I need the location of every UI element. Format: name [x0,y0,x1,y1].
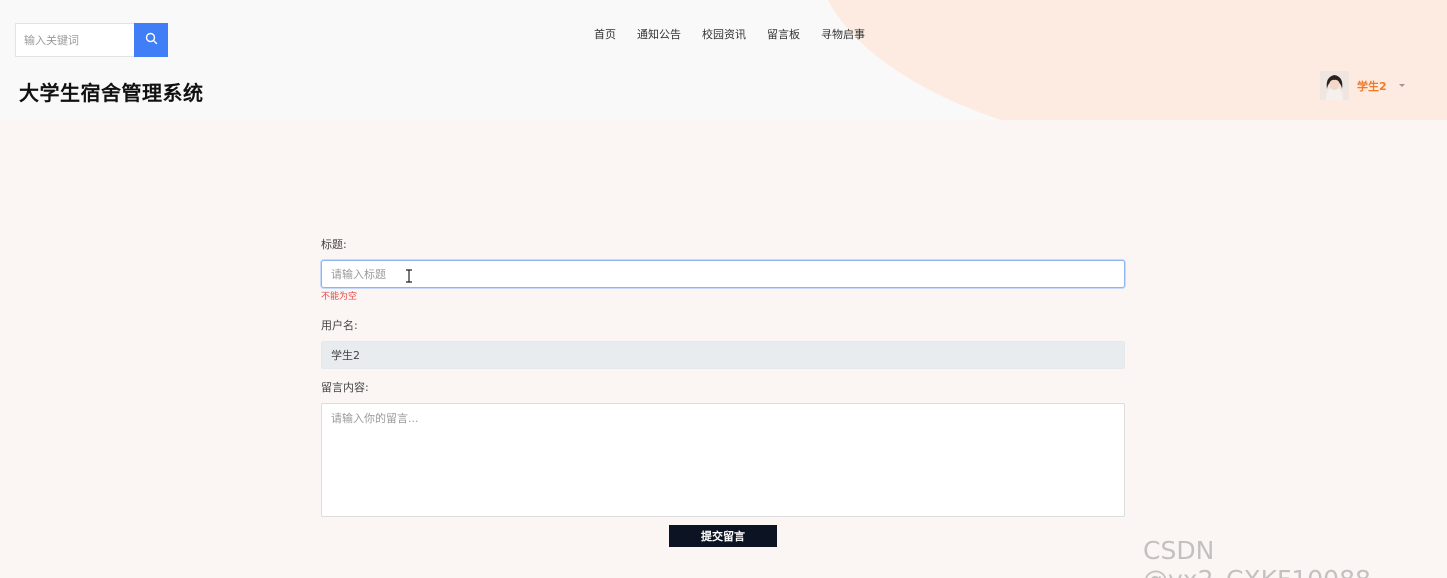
site-title: 大学生宿舍管理系统 [19,81,204,105]
submit-button[interactable]: 提交留言 [669,525,777,547]
content-textarea[interactable] [321,403,1125,517]
nav-home[interactable]: 首页 [594,28,616,42]
search-input[interactable] [15,23,134,57]
user-menu[interactable]: 学生2 [1320,71,1405,100]
username-label: 用户名: [321,319,358,332]
watermark: CSDN @vx2_CXKF10088 [1143,536,1371,578]
title-label: 标题: [321,238,347,251]
avatar[interactable] [1320,71,1349,100]
user-name[interactable]: 学生2 [1357,78,1387,94]
search-button[interactable] [134,23,168,57]
chevron-down-icon[interactable] [1398,84,1405,87]
search-icon [145,32,158,48]
main-nav: 首页 通知公告 校园资讯 留言板 寻物启事 [594,28,865,42]
nav-message-board[interactable]: 留言板 [767,28,800,42]
message-form: 标题: 不能为空 用户名: 留言内容: [321,238,1125,517]
title-error: 不能为空 [321,292,358,302]
title-input[interactable] [321,260,1125,288]
content-label: 留言内容: [321,381,369,394]
username-field [321,341,1125,369]
nav-notices[interactable]: 通知公告 [637,28,681,42]
site-header: 首页 通知公告 校园资讯 留言板 寻物启事 大学生宿舍管理系统 学生2 [0,0,1447,120]
nav-lost-found[interactable]: 寻物启事 [821,28,865,42]
text-cursor-icon [405,268,413,283]
nav-campus-news[interactable]: 校园资讯 [702,28,746,42]
header-decoration [815,0,1447,120]
search-box [15,23,168,57]
